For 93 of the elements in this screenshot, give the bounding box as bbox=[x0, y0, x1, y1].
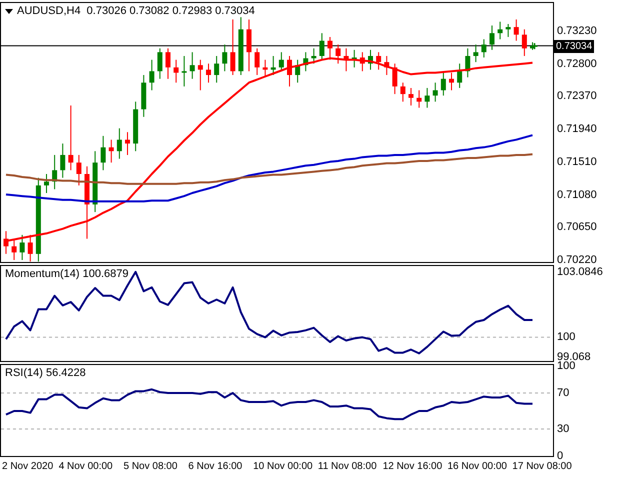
chart-title: RSI(14) 56.4228 bbox=[5, 367, 86, 380]
bullish-candlestick bbox=[295, 59, 300, 84]
axis-label: 100 bbox=[557, 360, 576, 372]
bullish-candlestick bbox=[52, 154, 58, 190]
dropdown-triangle-icon[interactable] bbox=[5, 9, 13, 14]
bearish-candlestick bbox=[287, 56, 292, 87]
axis-label: 0.72800 bbox=[557, 58, 597, 70]
axis-label: 0 bbox=[557, 450, 564, 462]
axis-label: 30 bbox=[557, 422, 570, 435]
date-label: 2 Nov 2020 bbox=[2, 460, 54, 473]
bearish-candlestick bbox=[246, 18, 252, 72]
bullish-candlestick bbox=[44, 174, 49, 194]
bullish-candlestick bbox=[116, 128, 122, 160]
bearish-candlestick bbox=[76, 154, 82, 186]
bullish-candlestick bbox=[238, 16, 244, 76]
bullish-candlestick bbox=[368, 49, 373, 70]
bearish-candlestick bbox=[449, 72, 454, 91]
bullish-candlestick bbox=[133, 101, 138, 152]
axis-label: 70 bbox=[557, 386, 570, 399]
bearish-candlestick bbox=[174, 59, 179, 84]
axis-label: 0.71510 bbox=[557, 156, 597, 168]
bearish-candlestick bbox=[514, 18, 519, 42]
bullish-candlestick bbox=[424, 87, 430, 108]
bullish-candlestick bbox=[303, 52, 308, 72]
bearish-candlestick bbox=[206, 63, 211, 84]
bearish-candlestick bbox=[522, 28, 527, 56]
bearish-candlestick bbox=[166, 48, 170, 80]
date-label: 5 Nov 08:00 bbox=[124, 460, 178, 473]
bullish-candlestick bbox=[506, 24, 511, 38]
date-label: 10 Nov 00:00 bbox=[253, 460, 313, 473]
date-label: 4 Nov 00:00 bbox=[58, 460, 113, 473]
bullish-candlestick bbox=[100, 135, 106, 171]
bullish-candlestick bbox=[157, 48, 162, 80]
bearish-candlestick bbox=[360, 52, 365, 72]
date-label: 12 Nov 16:00 bbox=[382, 460, 442, 473]
bullish-candlestick bbox=[311, 48, 316, 64]
bearish-candlestick bbox=[12, 238, 17, 261]
bearish-candlestick bbox=[230, 18, 236, 76]
date-label: 11 Nov 08:00 bbox=[318, 460, 377, 473]
axis-label: 100 bbox=[557, 331, 576, 344]
axis-label: 0.70650 bbox=[557, 221, 597, 234]
bullish-candlestick bbox=[465, 48, 470, 78]
axis-label: 0.70220 bbox=[557, 254, 597, 266]
bearish-candlestick bbox=[4, 230, 8, 254]
bullish-candlestick bbox=[214, 56, 220, 84]
bearish-candlestick bbox=[344, 48, 349, 72]
bearish-candlestick bbox=[262, 59, 268, 78]
axis-label: 0.71080 bbox=[557, 188, 597, 201]
bearish-candlestick bbox=[392, 63, 398, 95]
bearish-candlestick bbox=[254, 48, 260, 76]
bullish-candlestick bbox=[190, 52, 195, 80]
current-price-label: 0.73034 bbox=[554, 40, 594, 53]
bullish-candlestick bbox=[490, 25, 494, 50]
axis-label: 0.73230 bbox=[557, 24, 597, 37]
bullish-candlestick bbox=[270, 56, 276, 76]
bullish-candlestick bbox=[222, 44, 228, 72]
bullish-candlestick bbox=[457, 63, 462, 88]
bearish-candlestick bbox=[68, 104, 74, 171]
date-label: 6 Nov 16:00 bbox=[188, 460, 242, 473]
bullish-candlestick bbox=[432, 82, 438, 102]
bullish-candlestick bbox=[278, 52, 284, 72]
bearish-candlestick bbox=[400, 82, 406, 102]
bearish-candlestick bbox=[125, 132, 130, 156]
bullish-candlestick bbox=[92, 150, 98, 213]
bullish-candlestick bbox=[530, 42, 535, 50]
bullish-candlestick bbox=[319, 32, 324, 60]
bearish-candlestick bbox=[108, 139, 114, 164]
axis-label: 0.71940 bbox=[557, 123, 597, 136]
bearish-candlestick bbox=[28, 234, 33, 262]
bullish-candlestick bbox=[481, 38, 486, 58]
date-label: 17 Nov 08:00 bbox=[512, 460, 572, 473]
bullish-candlestick bbox=[352, 49, 357, 68]
bullish-candlestick bbox=[440, 70, 446, 96]
bullish-candlestick bbox=[473, 44, 478, 63]
axis-label: 0.72370 bbox=[557, 90, 597, 102]
chart-title: Momentum(14) 100.6879 bbox=[5, 268, 129, 281]
bullish-candlestick bbox=[149, 59, 154, 91]
bearish-candlestick bbox=[376, 52, 382, 70]
chart-title: AUDUSD,H4 0.73026 0.73082 0.72983 0.73034 bbox=[17, 5, 255, 18]
date-label: 16 Nov 00:00 bbox=[448, 460, 507, 473]
axis-label: 103.0846 bbox=[557, 266, 603, 278]
bullish-candlestick bbox=[60, 143, 66, 178]
bearish-candlestick bbox=[336, 44, 341, 64]
bearish-candlestick bbox=[416, 90, 422, 108]
bearish-candlestick bbox=[408, 87, 414, 106]
bullish-candlestick bbox=[141, 74, 146, 118]
bearish-candlestick bbox=[198, 59, 203, 91]
bullish-candlestick bbox=[498, 21, 503, 40]
bearish-candlestick bbox=[384, 56, 390, 76]
bearish-candlestick bbox=[328, 36, 332, 60]
bullish-candlestick bbox=[182, 56, 187, 87]
bullish-candlestick bbox=[20, 234, 25, 261]
cross-icon bbox=[530, 42, 538, 50]
